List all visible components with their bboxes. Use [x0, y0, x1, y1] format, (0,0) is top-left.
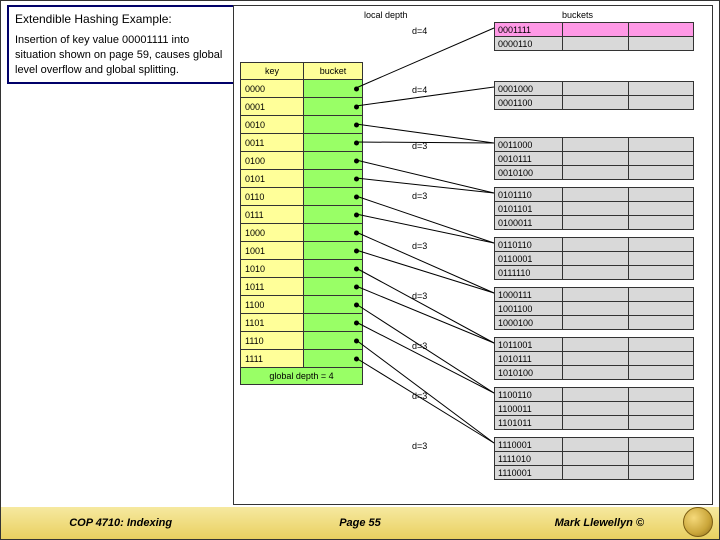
bucket-cell: 0001111 — [495, 23, 563, 37]
dir-key: 0001 — [241, 98, 304, 116]
dir-key: 1100 — [241, 296, 304, 314]
dir-key: 0010 — [241, 116, 304, 134]
dir-key: 0100 — [241, 152, 304, 170]
dir-key: 1111 — [241, 350, 304, 368]
bucket-block: 0110110 0110001 0111110 — [494, 237, 694, 280]
bucket-block: 1011001 1010111 1010100 — [494, 337, 694, 380]
header-local-depth: local depth — [364, 10, 408, 20]
dir-key: 1110 — [241, 332, 304, 350]
dir-key: 0000 — [241, 80, 304, 98]
depth-label: d=4 — [412, 85, 427, 95]
dir-header-bucket: bucket — [304, 63, 363, 80]
depth-label: d=3 — [412, 241, 427, 251]
slide-title: Extendible Hashing Example: — [15, 11, 233, 27]
bucket-cell: 0001100 — [495, 96, 563, 110]
dir-key: 1000 — [241, 224, 304, 242]
footer-page: Page 55 — [240, 517, 479, 529]
bucket-block: 0001000 0001100 — [494, 81, 694, 110]
dir-key: 0111 — [241, 206, 304, 224]
dir-key: 0101 — [241, 170, 304, 188]
bucket-block: 1000111 1001100 1000100 — [494, 287, 694, 330]
header-buckets: buckets — [562, 10, 593, 20]
depth-label: d=4 — [412, 26, 427, 36]
depth-label: d=3 — [412, 441, 427, 451]
depth-label: d=3 — [412, 391, 427, 401]
diagram-frame: local depth buckets d=4 0001111 0000110 … — [233, 5, 713, 505]
bucket-block: 1110001 1111010 1110001 — [494, 437, 694, 480]
depth-label: d=3 — [412, 191, 427, 201]
bucket-cell: 0001000 — [495, 82, 563, 96]
slide: Extendible Hashing Example: Insertion of… — [0, 0, 720, 540]
depth-label: d=3 — [412, 341, 427, 351]
dir-key: 0011 — [241, 134, 304, 152]
bucket-cell: 0000110 — [495, 37, 563, 51]
bucket-block: 0001111 0000110 — [494, 22, 694, 51]
dir-key: 1011 — [241, 278, 304, 296]
bucket-block: 0011000 0010111 0010100 — [494, 137, 694, 180]
dir-key: 1001 — [241, 242, 304, 260]
dir-key: 1010 — [241, 260, 304, 278]
footer-bar: COP 4710: Indexing Page 55 Mark Llewelly… — [1, 507, 719, 539]
dir-ptr — [304, 80, 363, 98]
depth-label: d=3 — [412, 141, 427, 151]
directory-table: keybucket 0000 0001 0010 0011 0100 0101 … — [240, 62, 363, 385]
depth-label: d=3 — [412, 291, 427, 301]
logo-icon — [683, 507, 713, 537]
dir-key: 1101 — [241, 314, 304, 332]
slide-description: Insertion of key value 00001111 into sit… — [15, 33, 233, 78]
bucket-block: 0101110 0101101 0100011 — [494, 187, 694, 230]
bucket-block: 1100110 1100011 1101011 — [494, 387, 694, 430]
footer-course: COP 4710: Indexing — [1, 517, 240, 529]
global-depth-label: global depth = 4 — [241, 368, 363, 385]
dir-header-key: key — [241, 63, 304, 80]
title-box: Extendible Hashing Example: Insertion of… — [7, 5, 241, 84]
dir-key: 0110 — [241, 188, 304, 206]
